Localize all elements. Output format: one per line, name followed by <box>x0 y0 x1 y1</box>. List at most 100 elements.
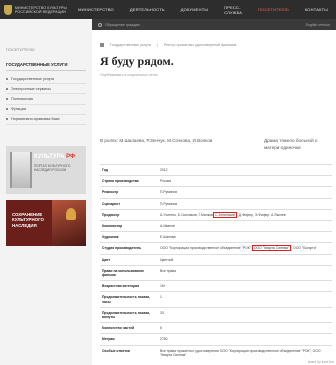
sidebar-list: Государственные услуги Электронные сервис… <box>6 74 86 125</box>
breadcrumb-item[interactable]: Государственные услуги <box>110 43 151 47</box>
table-row: Продюсер А.Учитель, Б.Смоляков, Г.Малков С… <box>100 208 332 221</box>
sidebar-item[interactable]: Функции <box>6 105 86 115</box>
field-value: А.Учитель, Б.Смоляков, Г.Малков С.Зелинск… <box>158 208 332 221</box>
sidebar-item-label: Нормативно-правовая база <box>11 117 60 122</box>
bullet-icon <box>6 118 8 121</box>
highlighted-value: ООО "Кварта Синема" <box>251 245 292 252</box>
table-row: Композитор А.Иванов <box>100 220 332 232</box>
sub-search-label: Обращение граждан <box>105 22 140 27</box>
field-label: Особые отметки <box>100 344 158 361</box>
breadcrumb-separator: | <box>156 43 158 47</box>
table-row: Метраж 2750 <box>100 333 332 346</box>
film-info-table: Год 2012 Страна производства Россия Режиссер… <box>100 163 332 361</box>
sidebar-item-label: Функции <box>11 107 26 112</box>
table-row: Право на использование фильма Все права <box>100 264 332 281</box>
table-row: Возрастная категория 16+ <box>100 280 332 292</box>
field-value: Цветной <box>158 253 332 266</box>
field-label: Страна производства <box>100 175 158 187</box>
field-value: ООО "Корпорация производственное объедин… <box>158 242 332 255</box>
sidebar-item[interactable]: Полномочия <box>6 94 86 105</box>
banner-building-image <box>10 152 32 188</box>
sub-bar: Обращение граждан English version <box>92 19 336 30</box>
brand-line2: РОССИЙСКОЙ ФЕДЕРАЦИИ <box>15 9 66 14</box>
sidebar-item-label: Государственные услуги <box>11 76 55 81</box>
culture-rf-banner[interactable]: КУЛЬТУРА.РФ ПОРТАЛ КУЛЬТУРНОГО НАСЛЕДИЯ … <box>6 146 86 194</box>
table-row: Режиссер П.Руминов <box>100 186 332 199</box>
highlighted-value: С.Зелинский <box>212 211 237 218</box>
nav-item[interactable]: ПРЕСС-СЛУЖБА <box>216 0 250 19</box>
field-label: Продюсер <box>100 208 158 221</box>
table-row: Продолжительность показа, часы 1 <box>100 291 332 308</box>
field-label: Продолжительность показа, минуты <box>100 306 158 323</box>
field-label: Возрастная категория <box>100 280 158 292</box>
bullet-icon <box>6 108 8 111</box>
brand-line1: МИНИСТЕРСТВО КУЛЬТУРЫ <box>15 5 67 10</box>
banner1-title: КУЛЬТУРА. <box>34 154 67 160</box>
breadcrumb-item[interactable]: Реестр прокатных удостоверений фильмов <box>164 43 237 47</box>
field-value: Все права прокатного удостоверения ООО "… <box>158 344 332 361</box>
field-value: А.Иванов <box>158 220 332 232</box>
field-value: 6 <box>158 322 332 334</box>
banner-church-image <box>52 200 86 246</box>
sidebar-item[interactable]: Нормативно-правовая база <box>6 115 86 125</box>
home-icon[interactable] <box>100 43 104 47</box>
field-label: Режиссер <box>100 186 158 199</box>
bullet-icon <box>6 97 8 100</box>
field-value: Е.Шапова <box>158 231 332 243</box>
cast-text: В ролях: М.Шалаева, Р.Зенчук, М.Сочкова,… <box>100 138 213 143</box>
sidebar-item[interactable]: Электронные сервисы <box>6 84 86 95</box>
top-navigation-bar: МИНИСТЕРСТВО КУЛЬТУРЫ РОССИЙСКОЙ ФЕДЕРАЦ… <box>0 0 336 19</box>
sidebar-heading: ПОСЕТИТЕЛЮ <box>6 47 35 52</box>
table-row: Сценарист П.Руминов <box>100 197 332 210</box>
main-nav: МИНИСТЕРСТВО ДЕЯТЕЛЬНОСТЬ ДОКУМЕНТЫ ПРЕСС-С… <box>70 0 336 19</box>
table-row: Студия производитель ООО "Корпорация прои… <box>100 242 332 255</box>
nav-item[interactable]: МИНИСТЕРСТВО <box>70 0 122 19</box>
nav-item[interactable]: КОНТАКТЫ <box>297 0 336 19</box>
heritage-banner[interactable]: СОХРАНЕНИЕ КУЛЬТУРНОГО НАСЛЕДИЯ <box>6 200 86 246</box>
field-label: Метраж <box>100 333 158 346</box>
share-link[interactable]: Опубликовать в социальных сетях <box>100 73 158 77</box>
field-label: Год <box>100 163 158 176</box>
field-label: Художник <box>100 231 158 243</box>
nav-item[interactable]: ДЕЯТЕЛЬНОСТЬ <box>122 0 173 19</box>
field-label: Цвет <box>100 253 158 266</box>
watermark-text: share by lurer.hm <box>307 360 334 364</box>
table-row: Год 2012 <box>100 163 332 176</box>
field-label: Продолжительность показа, часы <box>100 291 158 308</box>
value-text: ООО "Корпорация производственное объедин… <box>160 246 252 251</box>
sidebar-section-title[interactable]: ГОСУДАРСТВЕННЫЕ УСЛУГИ <box>6 62 86 71</box>
ministry-logo[interactable]: МИНИСТЕРСТВО КУЛЬТУРЫ РОССИЙСКОЙ ФЕДЕРАЦ… <box>0 0 70 19</box>
field-value: 1 <box>158 291 332 308</box>
field-value: Все права <box>158 264 332 281</box>
banner1-title-accent: РФ <box>66 154 76 160</box>
banner2-title: СОХРАНЕНИЕ КУЛЬТУРНОГО НАСЛЕДИЯ <box>12 212 44 228</box>
bullet-icon <box>6 77 8 80</box>
banner1-subtitle: ПОРТАЛ КУЛЬТУРНОГО НАСЛЕДИЯ РОССИИ <box>34 164 71 172</box>
field-label: Композитор <box>100 220 158 232</box>
sidebar-item[interactable]: Государственные услуги <box>6 74 86 85</box>
sidebar-item-label: Полномочия <box>11 96 33 101</box>
citizens-appeal-link[interactable]: Обращение граждан <box>98 22 140 27</box>
field-value: П.Руминов <box>158 186 332 199</box>
field-value: Россия <box>158 175 332 187</box>
emblem-icon <box>4 4 12 15</box>
table-row: Продолжительность показа, минуты 33 <box>100 306 332 323</box>
table-row: Цвет Цветной <box>100 253 332 266</box>
field-label: Право на использование фильма <box>100 264 158 281</box>
main-content: Государственные услуги | Реестр прокатны… <box>92 30 336 365</box>
search-icon <box>98 22 102 27</box>
description-text: Драма тяжело больной о матери-одиночки <box>264 138 318 150</box>
nav-item[interactable]: ПОСЕТИТЕЛЮ <box>250 0 297 19</box>
page-title: Я буду рядом. <box>100 54 174 68</box>
field-label: Студия производитель <box>100 242 158 255</box>
field-value: 33 <box>158 306 332 323</box>
table-row: Художник Е.Шапова <box>100 231 332 243</box>
field-value: 2012 <box>158 163 332 176</box>
sidebar-item-label: Электронные сервисы <box>11 86 51 91</box>
nav-item[interactable]: ДОКУМЕНТЫ <box>173 0 216 19</box>
table-row: Особые отметки Все права прокатного удост… <box>100 344 332 361</box>
breadcrumb: Государственные услуги | Реестр прокатны… <box>100 43 236 47</box>
english-version-link[interactable]: English version <box>306 23 330 27</box>
field-value: 2750 <box>158 333 332 346</box>
value-text: А.Учитель, Б.Смоляков, Г.Малков <box>160 212 213 217</box>
